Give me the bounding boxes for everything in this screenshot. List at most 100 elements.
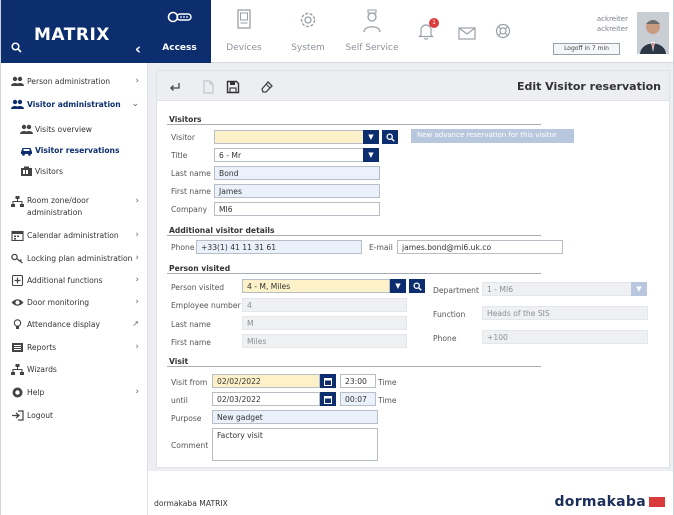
comment-textarea[interactable]: Factory visit xyxy=(212,428,378,461)
phone-label: Phone xyxy=(171,243,195,252)
sitemap-icon xyxy=(11,196,24,207)
section-visit-title: Visit xyxy=(169,357,189,366)
section-divider xyxy=(167,273,541,274)
person-visited-dropdown-button[interactable]: ▼ xyxy=(390,279,406,293)
visited-first-name-field: Miles xyxy=(242,334,407,348)
eye-icon xyxy=(11,297,24,308)
key-icon xyxy=(167,9,193,28)
person-visited-select[interactable]: 4 - M, Miles xyxy=(242,279,390,293)
sidebar-item-label: Logout xyxy=(27,411,53,420)
logoff-button[interactable]: Logoff in 7 min xyxy=(553,43,620,55)
sidebar-item-label: Visitor administration xyxy=(27,100,121,109)
title-select[interactable]: 6 - Mr xyxy=(214,148,364,162)
visit-from-label: Visit from xyxy=(171,378,208,387)
visit-from-calendar-button[interactable] xyxy=(320,374,336,388)
help-lifebuoy-icon[interactable] xyxy=(495,23,511,43)
email-field[interactable]: james.bond@mi6.uk.co xyxy=(397,240,563,254)
device-icon xyxy=(236,9,252,32)
employee-number-label: Employee number xyxy=(171,301,241,310)
user-login: ackreiter xyxy=(596,25,628,33)
section-person-visited-title: Person visited xyxy=(169,264,231,273)
nav-self-service[interactable]: Self Service xyxy=(341,0,403,63)
function-field: Heads of the SIS xyxy=(482,306,648,320)
sidebar-item-label: Attendance display xyxy=(27,320,101,329)
search-icon[interactable] xyxy=(11,42,22,56)
nav-access[interactable]: Access xyxy=(148,0,211,63)
footer-product-name: dormakaba MATRIX xyxy=(154,499,228,508)
visitor-label: Visitor xyxy=(171,133,195,142)
employee-number-field: 4 xyxy=(242,298,407,312)
sidebar-item-label: Calendar administration xyxy=(27,231,119,240)
visitor-search-button[interactable] xyxy=(382,130,398,144)
new-advance-reservation-button[interactable]: New advance reservation for this visitor xyxy=(411,129,574,143)
until-calendar-button[interactable] xyxy=(320,392,336,406)
section-divider xyxy=(167,124,541,125)
sidebar-item-label: Visits overview xyxy=(35,125,92,134)
app-window: MATRIX ‹ Access Devices System Self Serv… xyxy=(0,0,674,515)
chevron-right-icon: › xyxy=(135,253,139,263)
top-navigation: Access Devices System Self Service 1 ack… xyxy=(148,0,673,63)
company-field[interactable]: MI6 xyxy=(214,202,380,216)
save-icon[interactable] xyxy=(226,79,240,94)
page-title: Edit Visitor reservation xyxy=(516,80,661,93)
visited-first-name-label: First name xyxy=(171,338,211,347)
chevron-right-icon: › xyxy=(135,230,139,240)
sidebar: Person administration › Visitor administ… xyxy=(1,63,148,515)
key-icon xyxy=(11,253,24,264)
until-label: until xyxy=(171,396,188,405)
chevron-right-icon: › xyxy=(135,275,139,285)
logo-mark-icon xyxy=(649,497,665,507)
email-label: E-mail xyxy=(369,243,393,252)
section-divider xyxy=(167,366,541,367)
department-label: Department xyxy=(433,286,479,295)
visit-from-date-field[interactable]: 02/02/2022 xyxy=(212,374,320,388)
id-card-icon xyxy=(20,166,33,177)
user-name: ackreiter xyxy=(596,15,628,23)
visited-last-name-label: Last name xyxy=(171,320,211,329)
calendar-icon xyxy=(11,230,24,242)
last-name-field[interactable]: Bond xyxy=(214,166,380,180)
back-icon[interactable] xyxy=(168,79,182,93)
person-visited-search-button[interactable] xyxy=(409,279,425,293)
eraser-icon[interactable] xyxy=(260,79,274,93)
avatar[interactable] xyxy=(637,12,669,54)
sidebar-item-label: Door monitoring xyxy=(27,298,90,307)
list-icon xyxy=(11,342,24,353)
title-label: Title xyxy=(171,151,188,160)
company-label: Company xyxy=(171,205,208,214)
chevron-right-icon: › xyxy=(135,76,139,86)
collapse-sidebar-icon[interactable]: ‹ xyxy=(135,40,141,58)
department-dropdown-button: ▼ xyxy=(631,282,647,296)
visitors-icon xyxy=(11,99,24,110)
section-visitors-title: Visitors xyxy=(169,115,202,124)
sidebar-item-label: Reports xyxy=(27,343,57,352)
lightbulb-icon xyxy=(11,319,24,330)
sidebar-item-label: Visitors xyxy=(35,167,63,176)
brand-panel: MATRIX ‹ xyxy=(1,0,148,63)
toolbar: Edit Visitor reservation xyxy=(157,71,669,101)
sitemap-icon xyxy=(11,364,24,375)
until-date-field[interactable]: 02/03/2022 xyxy=(212,392,320,406)
department-field: 1 - MI6 xyxy=(482,282,632,296)
mail-icon[interactable] xyxy=(458,25,476,44)
visitor-select[interactable] xyxy=(214,130,364,144)
section-additional-title: Additional visitor details xyxy=(169,226,275,235)
plus-square-icon xyxy=(11,274,24,287)
nav-self-service-label: Self Service xyxy=(345,43,399,53)
notification-bell-icon[interactable]: 1 xyxy=(418,18,439,42)
external-link-icon: ↗ xyxy=(132,319,139,328)
until-time-field[interactable]: 00:07 xyxy=(340,392,376,406)
nav-system[interactable]: System xyxy=(280,0,336,63)
purpose-field[interactable]: New gadget xyxy=(212,410,378,424)
phone-field[interactable]: +33(1) 41 11 31 61 xyxy=(196,240,362,254)
function-label: Function xyxy=(433,310,466,319)
visitor-dropdown-button[interactable]: ▼ xyxy=(363,130,379,144)
visited-phone-label: Phone xyxy=(433,334,457,343)
first-name-field[interactable]: James xyxy=(214,184,380,198)
visit-from-time-field[interactable]: 23:00 xyxy=(340,374,376,388)
self-service-user-icon xyxy=(362,9,382,36)
nav-access-label: Access xyxy=(162,43,197,53)
nav-devices[interactable]: Devices xyxy=(216,0,272,63)
title-dropdown-button[interactable]: ▼ xyxy=(363,148,379,162)
new-document-icon[interactable] xyxy=(201,79,215,94)
